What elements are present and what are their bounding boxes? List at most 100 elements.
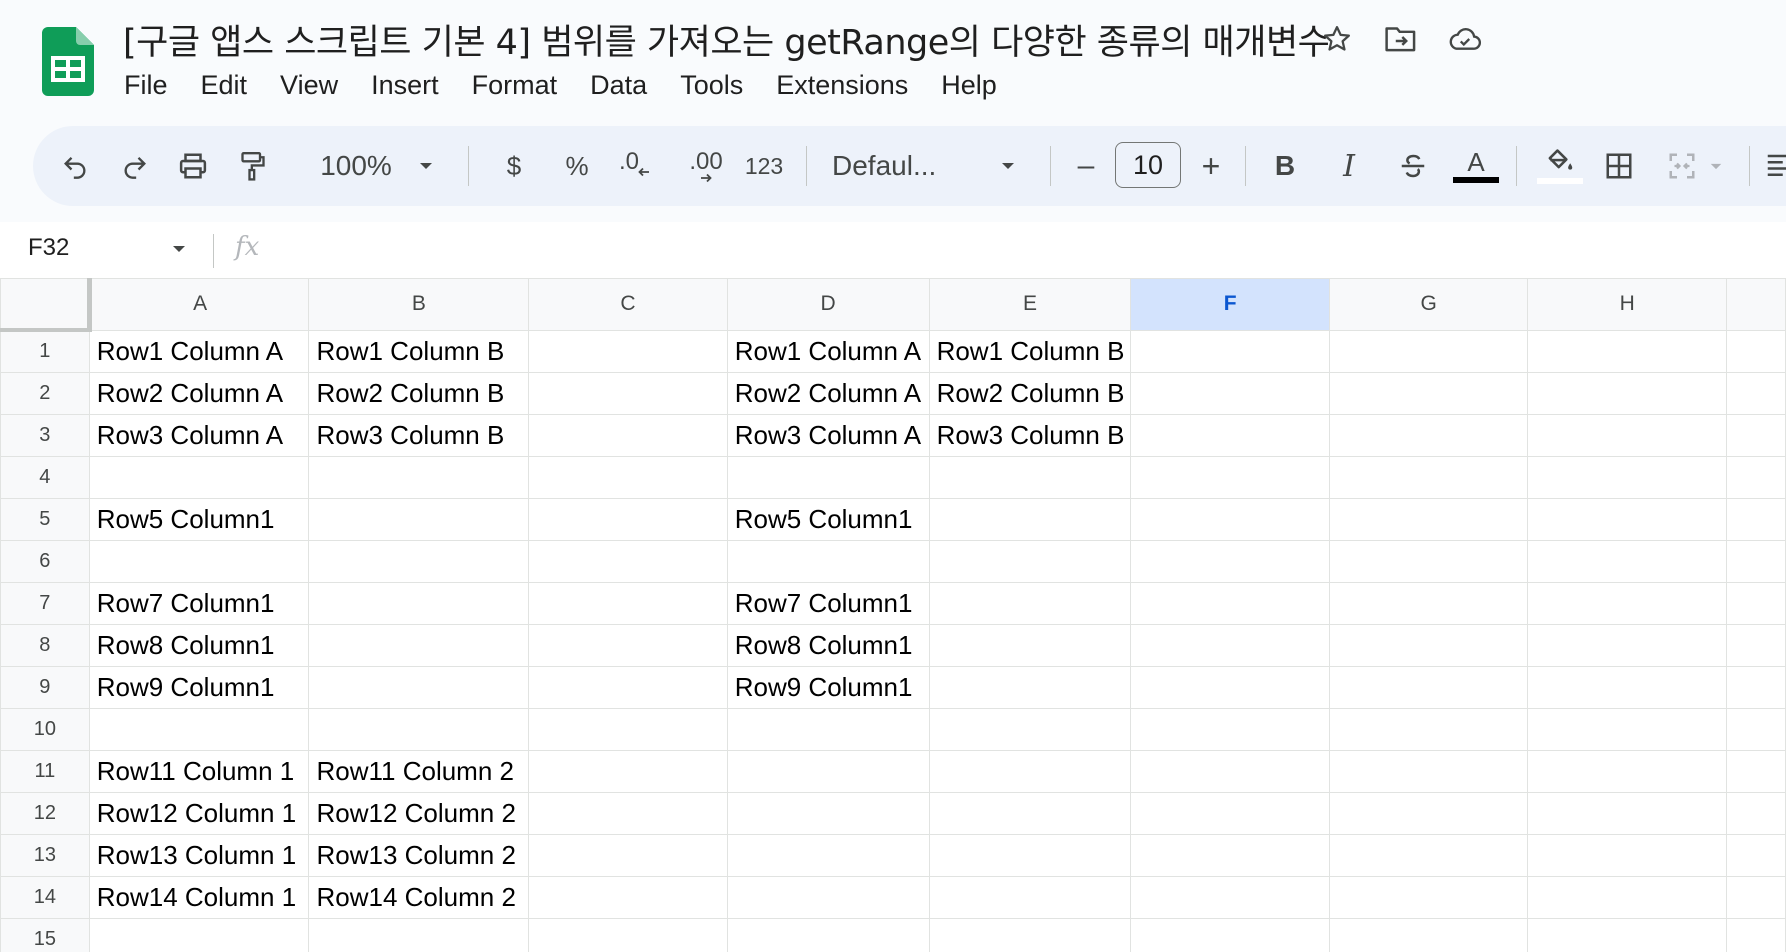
row-header[interactable]: 11	[0, 749, 90, 793]
text-color-icon[interactable]: A	[1451, 126, 1501, 206]
cell-a7[interactable]: Row7 Column1	[88, 581, 310, 625]
font-chevron-down-icon[interactable]	[993, 126, 1023, 206]
cell-c12[interactable]	[528, 791, 728, 835]
cell-b5[interactable]	[308, 497, 530, 541]
cell-f15[interactable]	[1130, 917, 1330, 952]
row-header[interactable]: 5	[0, 497, 90, 541]
cell-f1[interactable]	[1130, 329, 1330, 373]
cell-h11[interactable]	[1527, 749, 1727, 793]
name-box[interactable]: F32	[28, 234, 69, 262]
menu-data[interactable]: Data	[590, 70, 647, 101]
cell-g1[interactable]	[1328, 329, 1529, 373]
cell-d7[interactable]: Row7 Column1	[726, 581, 930, 625]
cell-d1[interactable]: Row1 Column A	[726, 329, 930, 373]
cell-e11[interactable]	[928, 749, 1132, 793]
cell-b14[interactable]: Row14 Column 2	[308, 875, 530, 919]
cell-g2[interactable]	[1328, 371, 1529, 415]
cell-h14[interactable]	[1527, 875, 1727, 919]
cell-h7[interactable]	[1527, 581, 1727, 625]
bold-icon[interactable]: B	[1265, 126, 1305, 206]
cell-e13[interactable]	[928, 833, 1132, 877]
borders-icon[interactable]	[1594, 126, 1644, 206]
cell-h9[interactable]	[1527, 665, 1727, 709]
cell-h4[interactable]	[1527, 455, 1727, 499]
cell-a9[interactable]: Row9 Column1	[88, 665, 310, 709]
sheets-logo-icon[interactable]	[42, 27, 94, 96]
row-header[interactable]: 8	[0, 623, 90, 667]
cell-a5[interactable]: Row5 Column1	[88, 497, 310, 541]
cell-a4[interactable]	[88, 455, 310, 499]
paint-format-icon[interactable]	[231, 126, 275, 206]
move-to-folder-icon[interactable]	[1384, 22, 1418, 56]
increase-decimal-button[interactable]: .00	[673, 126, 729, 206]
cell-e14[interactable]	[928, 875, 1132, 919]
cloud-saved-icon[interactable]	[1448, 22, 1482, 56]
cell-c11[interactable]	[528, 749, 728, 793]
cell-b15[interactable]	[308, 917, 530, 952]
cell-h13[interactable]	[1527, 833, 1727, 877]
cell-c15[interactable]	[528, 917, 728, 952]
row-header[interactable]: 1	[0, 329, 90, 373]
cell-e9[interactable]	[928, 665, 1132, 709]
cell-d14[interactable]	[726, 875, 930, 919]
cell-g14[interactable]	[1328, 875, 1529, 919]
cell-a8[interactable]: Row8 Column1	[88, 623, 310, 667]
menu-tools[interactable]: Tools	[680, 70, 743, 101]
italic-icon[interactable]: I	[1329, 126, 1369, 206]
cell-d2[interactable]: Row2 Column A	[726, 371, 930, 415]
cell-g12[interactable]	[1328, 791, 1529, 835]
zoom-select[interactable]: 100%	[316, 126, 396, 206]
cell-c5[interactable]	[528, 497, 728, 541]
row-header[interactable]: 9	[0, 665, 90, 709]
column-header-e[interactable]: E	[928, 278, 1132, 331]
cell-a12[interactable]: Row12 Column 1	[88, 791, 310, 835]
cell-d15[interactable]	[726, 917, 930, 952]
row-header[interactable]: 14	[0, 875, 90, 919]
name-box-chevron-down-icon[interactable]	[171, 244, 187, 254]
print-icon[interactable]	[171, 126, 215, 206]
align-left-icon[interactable]	[1759, 126, 1786, 206]
cell-a2[interactable]: Row2 Column A	[88, 371, 310, 415]
cell-h10[interactable]	[1527, 707, 1727, 751]
row-header[interactable]: 6	[0, 539, 90, 583]
cell-e12[interactable]	[928, 791, 1132, 835]
column-header-h[interactable]: H	[1527, 278, 1727, 331]
cell-h3[interactable]	[1527, 413, 1727, 457]
cell-d13[interactable]	[726, 833, 930, 877]
cell-b11[interactable]: Row11 Column 2	[308, 749, 530, 793]
cell-e3[interactable]: Row3 Column B	[928, 413, 1132, 457]
redo-icon[interactable]	[113, 126, 157, 206]
cell-b3[interactable]: Row3 Column B	[308, 413, 530, 457]
column-header-d[interactable]: D	[726, 278, 930, 331]
cell-a15[interactable]	[88, 917, 310, 952]
column-header-g[interactable]: G	[1328, 278, 1529, 331]
column-header-a[interactable]: A	[88, 278, 310, 331]
cell-c10[interactable]	[528, 707, 728, 751]
menu-insert[interactable]: Insert	[371, 70, 439, 101]
cell-g4[interactable]	[1328, 455, 1529, 499]
cell-b10[interactable]	[308, 707, 530, 751]
cell-d12[interactable]	[726, 791, 930, 835]
decrease-decimal-button[interactable]: .0	[610, 126, 660, 206]
cell-h2[interactable]	[1527, 371, 1727, 415]
cell-g8[interactable]	[1328, 623, 1529, 667]
select-all-corner[interactable]	[0, 278, 92, 332]
cell-d4[interactable]	[726, 455, 930, 499]
cell-g9[interactable]	[1328, 665, 1529, 709]
cell-e15[interactable]	[928, 917, 1132, 952]
cell-c9[interactable]	[528, 665, 728, 709]
menu-view[interactable]: View	[280, 70, 338, 101]
cell-g6[interactable]	[1328, 539, 1529, 583]
decrease-font-size-button[interactable]: –	[1068, 126, 1104, 206]
cell-b1[interactable]: Row1 Column B	[308, 329, 530, 373]
merge-cells-icon[interactable]	[1657, 126, 1707, 206]
cell-h8[interactable]	[1527, 623, 1727, 667]
row-header[interactable]: 4	[0, 455, 90, 499]
cell-h1[interactable]	[1527, 329, 1727, 373]
cell-d3[interactable]: Row3 Column A	[726, 413, 930, 457]
cell-c2[interactable]	[528, 371, 728, 415]
row-header[interactable]: 2	[0, 371, 90, 415]
cell-b8[interactable]	[308, 623, 530, 667]
cell-d6[interactable]	[726, 539, 930, 583]
cell-g7[interactable]	[1328, 581, 1529, 625]
